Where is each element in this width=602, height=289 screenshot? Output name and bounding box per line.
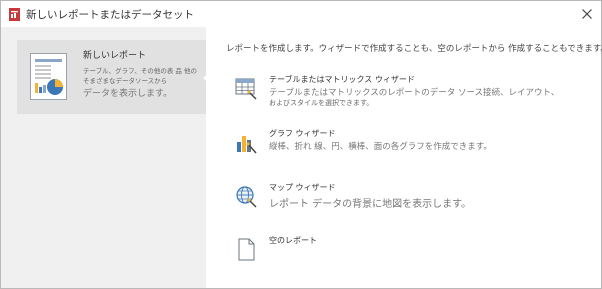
close-icon[interactable] <box>577 4 597 24</box>
map-wizard-title: マップ ウィザード <box>269 183 336 192</box>
sidebar-item-desc-line3: データを表示します。 <box>83 89 173 99</box>
map-wizard-option[interactable]: マップ ウィザード レポート データの背景に地図を表示します。 <box>234 182 594 212</box>
window-title: 新しいレポートまたはデータセット <box>26 9 194 21</box>
blank-report-title: 空のレポート <box>269 236 317 245</box>
blank-report-icon <box>238 238 255 261</box>
chart-wizard-icon <box>237 136 257 154</box>
sidebar-item-new-report[interactable]: 新しいレポート テーブル、グラフ、その他の表 品 他の そまざまなデータソースか… <box>17 40 206 114</box>
sidebar-item-title: 新しいレポート <box>83 51 147 61</box>
title-bar: 新しいレポートまたはデータセット <box>1 1 601 27</box>
blank-report-option[interactable]: 空のレポート <box>234 235 594 265</box>
intro-text: レポートを作成します。ウィザードで作成することも、空のレポートから 作成すること… <box>226 44 602 54</box>
table-wizard-desc: テーブルまたはマトリックスのレポートのデータ ソース接続、レイアウト、 <box>269 88 560 98</box>
main-content: レポートを作成します。ウィザードで作成することも、空のレポートから 作成すること… <box>206 27 602 288</box>
table-wizard-icon <box>235 78 257 100</box>
map-wizard-icon <box>236 186 257 208</box>
report-thumbnail-icon <box>30 53 67 100</box>
chart-wizard-desc: 縦棒、折れ 線、円、横棒、面の各グラフを作成できます。 <box>269 142 492 152</box>
report-builder-app-icon <box>9 8 20 21</box>
table-matrix-wizard-option[interactable]: テーブルまたはマトリックス ウィザード テーブルまたはマトリックスのレポートのデ… <box>234 74 594 114</box>
sidebar-item-desc-line2: そまざまなデータソースから <box>83 77 168 85</box>
new-report-dialog: 新しいレポートまたはデータセット 新しいレポート テーブル、グラフ、その他の表 <box>0 0 602 289</box>
sidebar: 新しいレポート テーブル、グラフ、その他の表 品 他の そまざまなデータソースか… <box>1 27 211 288</box>
map-wizard-desc: レポート データの背景に地図を表示します。 <box>269 199 472 210</box>
table-wizard-desc-2: およびスタイルを選択できます。 <box>269 99 374 107</box>
sidebar-item-desc-line1: テーブル、グラフ、その他の表 品 他の <box>83 67 197 75</box>
chart-wizard-title: グラフ ウィザード <box>269 129 336 138</box>
table-wizard-title: テーブルまたはマトリックス ウィザード <box>269 75 415 84</box>
chart-wizard-option[interactable]: グラフ ウィザード 縦棒、折れ 線、円、横棒、面の各グラフを作成できます。 <box>234 128 594 158</box>
